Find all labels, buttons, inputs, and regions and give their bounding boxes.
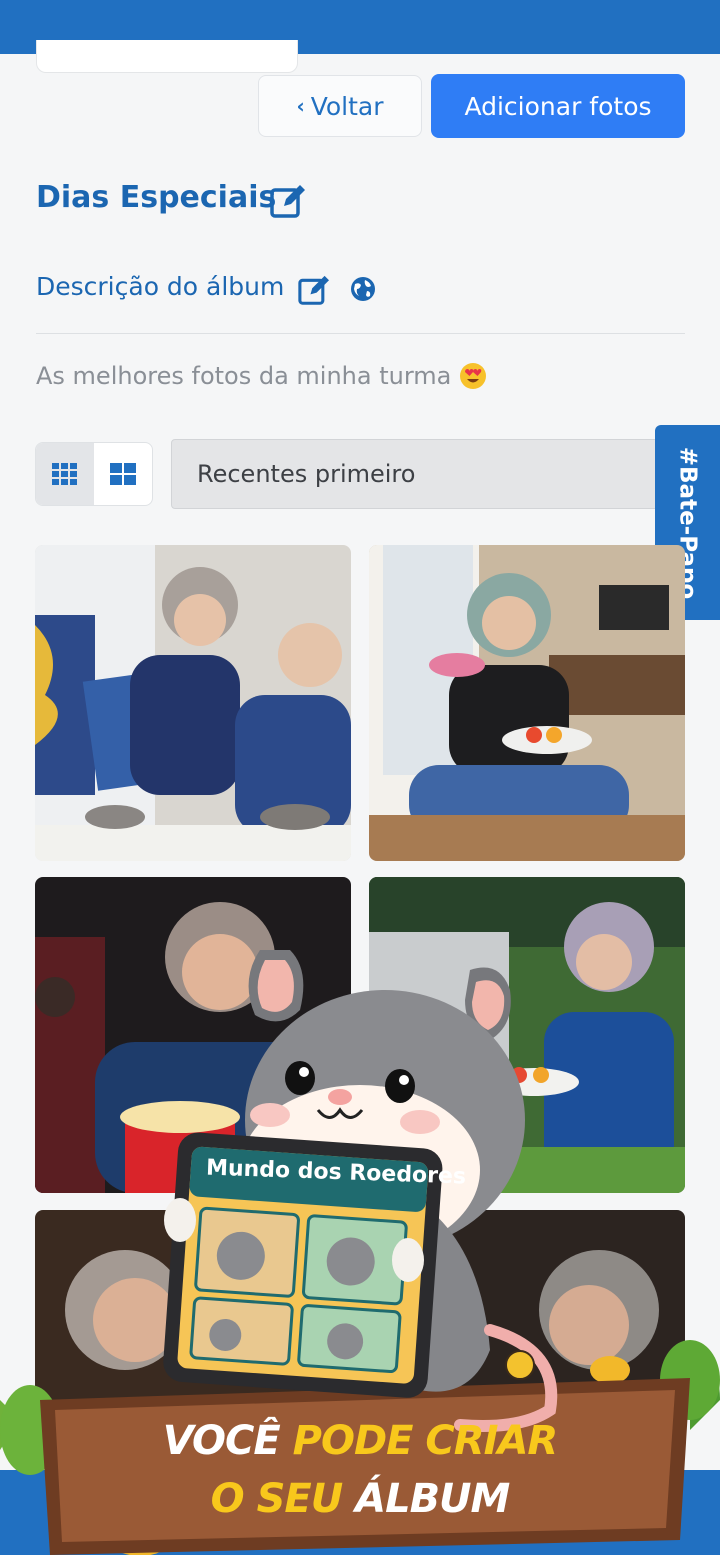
grid-large-view-button[interactable] xyxy=(94,443,152,505)
promo-headline-line1: VOCÊ PODE CRIAR xyxy=(0,1418,720,1464)
sort-selected-value: Recentes primeiro xyxy=(197,460,416,488)
sort-select[interactable]: Recentes primeiro xyxy=(171,439,691,509)
edit-description-icon[interactable] xyxy=(298,275,330,305)
grid-large-icon xyxy=(110,463,136,485)
divider xyxy=(36,333,685,334)
heart-eyes-emoji-icon xyxy=(460,363,487,389)
previous-card-edge xyxy=(36,40,298,73)
album-description-value: As melhores fotos da minha turma xyxy=(36,362,452,390)
back-button-label: Voltar xyxy=(310,91,384,121)
album-photo[interactable] xyxy=(35,545,351,861)
edit-title-icon[interactable] xyxy=(270,184,306,218)
album-description-text: As melhores fotos da minha turma xyxy=(36,362,487,390)
promo-line2-white: ÁLBUM xyxy=(355,1476,510,1522)
chevron-left-icon: ‹ xyxy=(296,94,305,118)
album-description-label: Descrição do álbum xyxy=(36,272,285,301)
album-title: Dias Especiais xyxy=(36,180,277,215)
grid-small-icon xyxy=(52,463,77,485)
promo-headline-line2: O SEU ÁLBUM xyxy=(0,1476,720,1522)
promo-line1-yellow: PODE CRIAR xyxy=(292,1418,559,1464)
grid-small-view-button[interactable] xyxy=(36,443,94,505)
add-photos-label: Adicionar fotos xyxy=(464,91,652,121)
promo-line1-white: VOCÊ xyxy=(162,1418,281,1464)
add-photos-button[interactable]: Adicionar fotos xyxy=(431,74,685,138)
album-photo[interactable] xyxy=(369,545,685,861)
view-toggle xyxy=(35,442,153,506)
back-button[interactable]: ‹ Voltar xyxy=(258,75,422,137)
globe-icon[interactable] xyxy=(350,276,376,302)
promo-line2-yellow: O SEU xyxy=(210,1476,344,1522)
